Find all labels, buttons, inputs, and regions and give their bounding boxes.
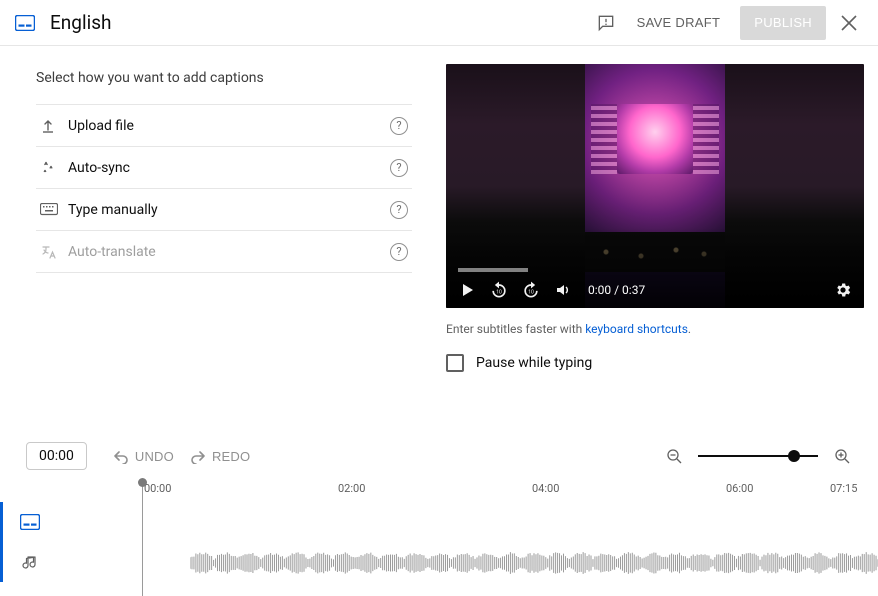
zoom-out-button[interactable] <box>664 446 684 466</box>
zoom-controls <box>664 446 852 466</box>
close-icon <box>840 14 858 32</box>
keyboard-shortcuts-link[interactable]: keyboard shortcuts <box>585 322 688 336</box>
forward-10-button[interactable]: 10 <box>520 279 542 301</box>
svg-text:10: 10 <box>528 289 534 295</box>
play-icon <box>459 282 475 298</box>
ruler-mark: 00:00 <box>144 482 171 495</box>
close-button[interactable] <box>832 6 866 40</box>
captions-icon <box>14 12 36 34</box>
captions-track-row[interactable] <box>56 502 878 542</box>
pause-while-typing-checkbox[interactable] <box>446 354 464 372</box>
ruler-mark: 07:15 <box>830 482 857 495</box>
ruler-mark: 06:00 <box>726 482 753 495</box>
zoom-slider[interactable] <box>698 455 818 457</box>
video-duration: 0:37 <box>622 283 645 297</box>
audio-waveform <box>190 552 878 574</box>
option-upload-file[interactable]: Upload file ? <box>36 105 412 147</box>
zoom-in-icon <box>834 448 850 464</box>
play-button[interactable] <box>456 279 478 301</box>
svg-text:10: 10 <box>496 289 502 295</box>
option-label: Upload file <box>68 118 390 134</box>
option-auto-translate: Auto-translate ? <box>36 231 412 273</box>
header-bar: English SAVE DRAFT PUBLISH <box>0 0 878 46</box>
publish-button[interactable]: PUBLISH <box>740 6 826 40</box>
audio-track-row[interactable] <box>56 542 878 582</box>
settings-button[interactable] <box>832 279 854 301</box>
autosync-icon <box>40 160 68 176</box>
redo-button[interactable]: REDO <box>182 444 258 468</box>
ruler-mark: 04:00 <box>532 482 559 495</box>
track-captions[interactable] <box>3 502 56 542</box>
page-title: English <box>50 11 111 34</box>
help-icon[interactable]: ? <box>390 201 408 219</box>
save-draft-button[interactable]: SAVE DRAFT <box>623 6 735 40</box>
option-auto-sync[interactable]: Auto-sync ? <box>36 147 412 189</box>
translate-icon <box>40 244 68 260</box>
current-time: 0:00 <box>588 283 611 297</box>
undo-button[interactable]: UNDO <box>105 444 182 468</box>
option-type-manually[interactable]: Type manually ? <box>36 189 412 231</box>
gear-icon <box>834 281 852 299</box>
music-note-icon <box>22 554 38 570</box>
option-label: Auto-sync <box>68 160 390 176</box>
shortcuts-hint: Enter subtitles faster with keyboard sho… <box>446 322 864 336</box>
left-heading: Select how you want to add captions <box>36 70 446 86</box>
rewind-10-icon: 10 <box>489 280 509 300</box>
rewind-10-button[interactable]: 10 <box>488 279 510 301</box>
video-time: 0:00 / 0:37 <box>588 283 645 297</box>
right-panel: 10 10 0:00 / 0:37 Enter subtitles fa <box>446 46 878 372</box>
feedback-icon <box>596 13 616 33</box>
redo-icon <box>190 448 206 464</box>
option-label: Auto-translate <box>68 244 390 260</box>
option-list: Upload file ? Auto-sync ? Type manually … <box>36 104 412 273</box>
video-preview[interactable]: 10 10 0:00 / 0:37 <box>446 64 864 308</box>
undo-icon <box>113 448 129 464</box>
pause-while-typing-label: Pause while typing <box>476 355 592 371</box>
track-audio[interactable] <box>3 542 56 582</box>
keyboard-icon <box>40 203 68 217</box>
video-controls: 10 10 0:00 / 0:37 <box>446 272 864 308</box>
volume-button[interactable] <box>552 279 574 301</box>
help-icon[interactable]: ? <box>390 243 408 261</box>
timeline-ruler[interactable]: 00:00 02:00 04:00 06:00 07:15 <box>56 480 878 502</box>
help-icon[interactable]: ? <box>390 117 408 135</box>
timeline-toolbar: 00:00 UNDO REDO <box>0 438 878 474</box>
track-icons-column <box>0 502 56 582</box>
ruler-mark: 02:00 <box>338 482 365 495</box>
volume-icon <box>554 281 572 299</box>
option-label: Type manually <box>68 202 390 218</box>
feedback-button[interactable] <box>589 6 623 40</box>
main-area: Select how you want to add captions Uplo… <box>0 46 878 372</box>
timeline: 00:00 02:00 04:00 06:00 07:15 <box>0 480 878 582</box>
zoom-out-icon <box>666 448 682 464</box>
help-icon[interactable]: ? <box>390 159 408 177</box>
zoom-in-button[interactable] <box>832 446 852 466</box>
captions-icon <box>20 514 40 530</box>
upload-icon <box>40 118 68 134</box>
track-body[interactable] <box>56 502 878 582</box>
current-timecode[interactable]: 00:00 <box>26 442 87 470</box>
forward-10-icon: 10 <box>521 280 541 300</box>
left-panel: Select how you want to add captions Uplo… <box>0 46 446 372</box>
